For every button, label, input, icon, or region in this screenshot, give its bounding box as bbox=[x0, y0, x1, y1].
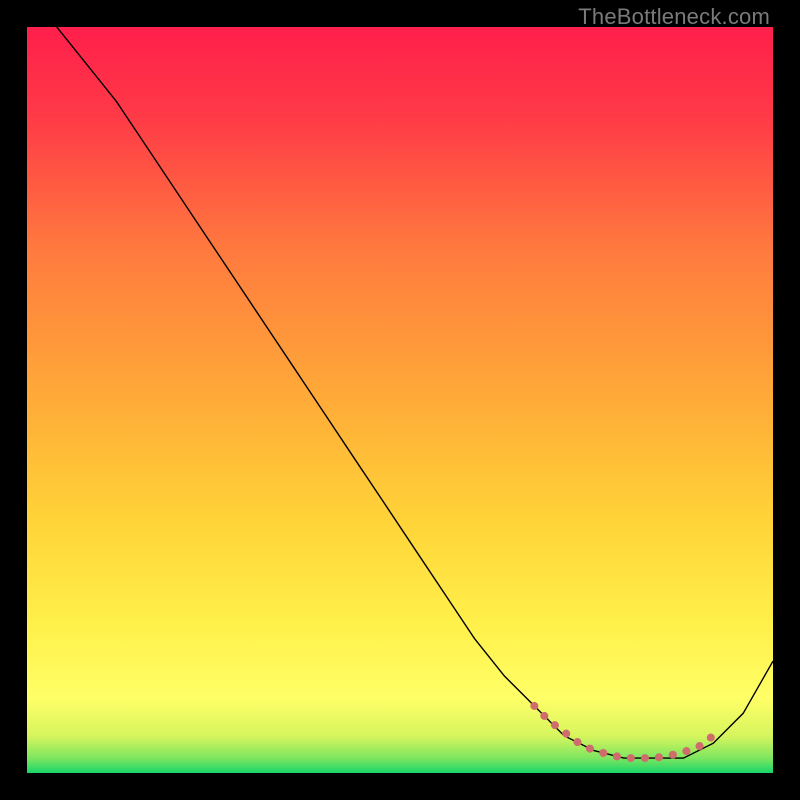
bottleneck-chart bbox=[27, 27, 773, 773]
gradient-background bbox=[27, 27, 773, 773]
chart-frame bbox=[27, 27, 773, 773]
watermark-text: TheBottleneck.com bbox=[578, 4, 770, 30]
